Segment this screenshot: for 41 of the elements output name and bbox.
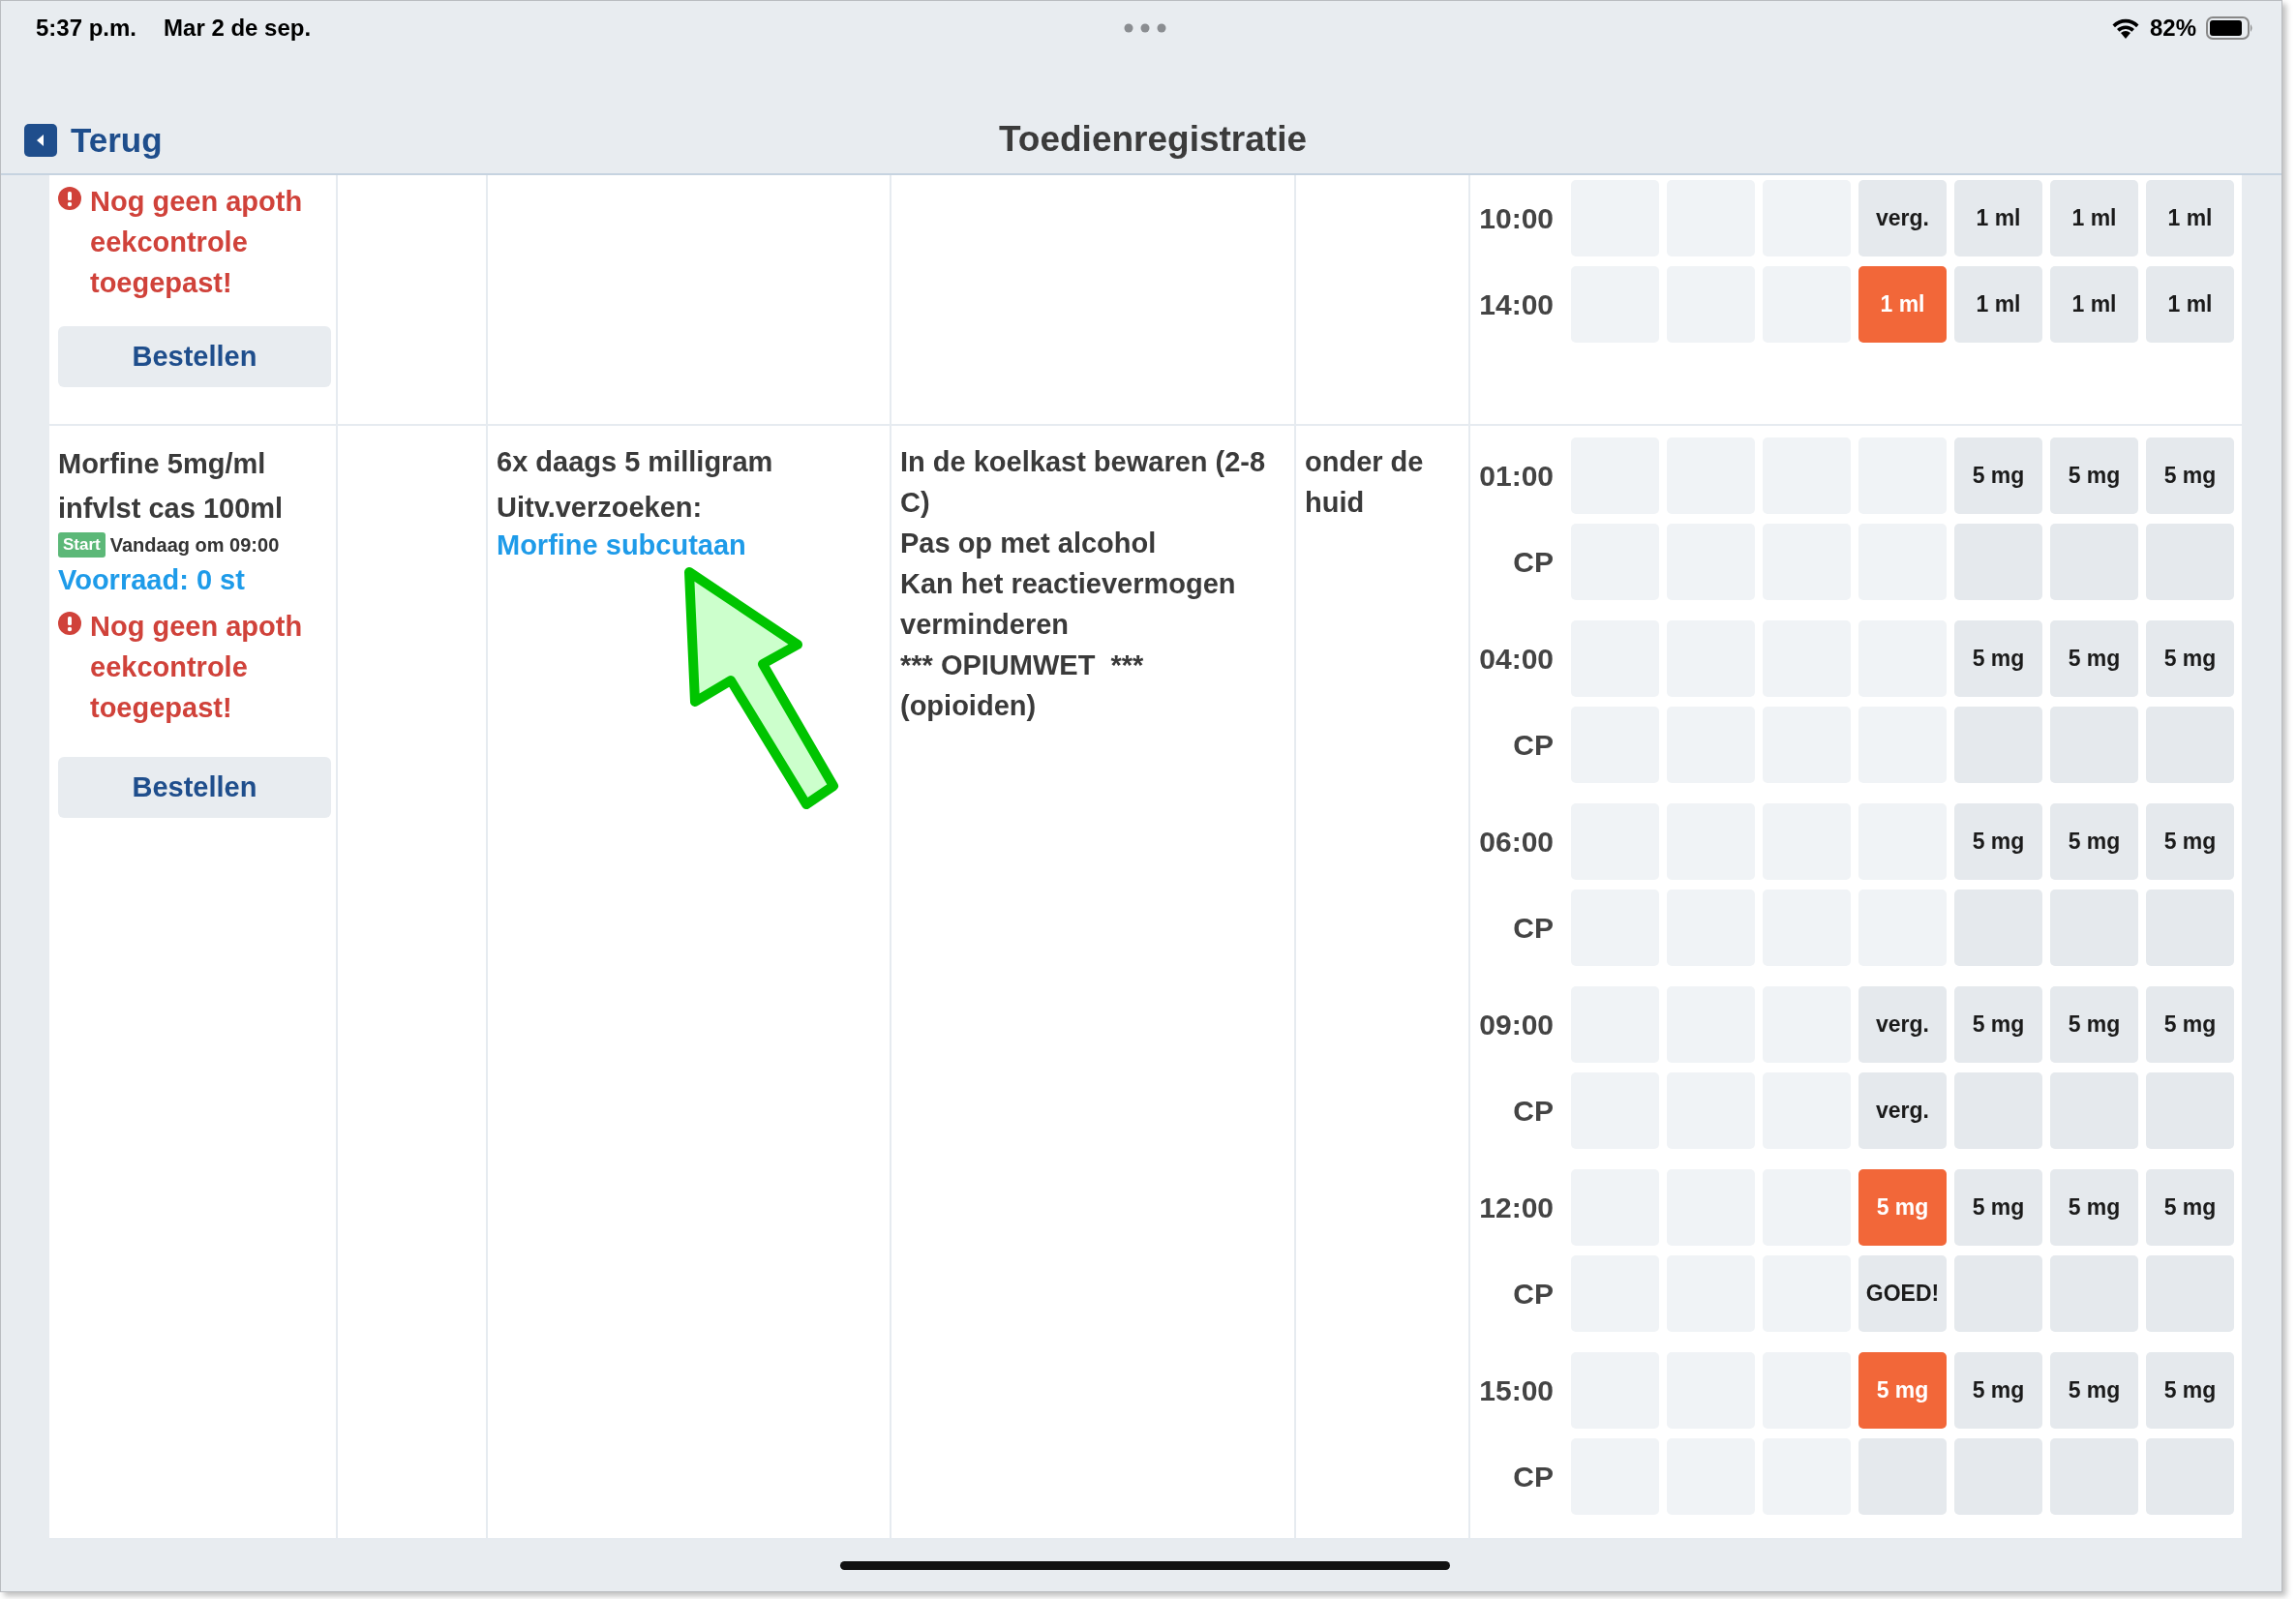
time-label: 14:00 xyxy=(1478,287,1555,322)
instruction-text: Kan het reactievermogen verminderen xyxy=(900,567,1237,642)
order-button[interactable]: Bestellen xyxy=(58,757,331,818)
dots-icon[interactable] xyxy=(1124,23,1166,33)
requests-label: Uitv.verzoeken: xyxy=(497,491,703,525)
warning-icon xyxy=(58,612,81,635)
start-time: Vandaag om 09:00 xyxy=(109,533,280,558)
warning-text: Nog geen apoth eekcontrole toegepast! xyxy=(90,185,303,300)
home-indicator[interactable] xyxy=(840,1561,1450,1570)
time-label: CP xyxy=(1512,1459,1555,1494)
time-label: CP xyxy=(1512,910,1555,946)
time-label: 06:00 xyxy=(1478,824,1555,860)
warning-icon xyxy=(58,187,81,210)
time-label: 04:00 xyxy=(1478,641,1555,677)
start-badge: Start xyxy=(58,532,106,558)
instruction-text: (opioiden) xyxy=(900,689,1038,723)
warning-text: Nog geen apoth eekcontrole toegepast! xyxy=(90,610,303,725)
time-label: 15:00 xyxy=(1478,1373,1555,1408)
time-label: 12:00 xyxy=(1478,1190,1555,1225)
medication-name: Morfine 5mg/ml infvlst cas 100ml xyxy=(58,447,285,526)
instruction-text: In de koelkast bewaren (2-8 C) xyxy=(900,445,1267,520)
route-text: onder de huid xyxy=(1305,445,1425,520)
order-button[interactable]: Bestellen xyxy=(58,326,331,387)
dosage-text: 6x daags 5 milligram xyxy=(497,445,773,479)
time-label: CP xyxy=(1512,1276,1555,1312)
wifi-icon xyxy=(2110,16,2140,40)
status-time: 5:37 p.m. xyxy=(36,15,137,42)
back-button[interactable]: Terug xyxy=(24,121,163,160)
time-label: 10:00 xyxy=(1478,200,1555,236)
status-date: Mar 2 de sep. xyxy=(164,15,312,42)
battery-icon xyxy=(2206,16,2254,40)
instruction-text: *** OPIUMWET *** xyxy=(900,649,1145,682)
time-label: CP xyxy=(1512,544,1555,580)
instruction-text: Pas op met alcohol xyxy=(900,527,1158,560)
time-label: CP xyxy=(1512,727,1555,763)
time-label: 01:00 xyxy=(1478,458,1555,494)
battery-percentage: 82% xyxy=(2149,15,2196,42)
page-title: Toedienregistratie xyxy=(999,119,1307,160)
time-label: 09:00 xyxy=(1478,1007,1555,1042)
back-icon xyxy=(24,124,57,157)
time-label: CP xyxy=(1512,1093,1555,1129)
